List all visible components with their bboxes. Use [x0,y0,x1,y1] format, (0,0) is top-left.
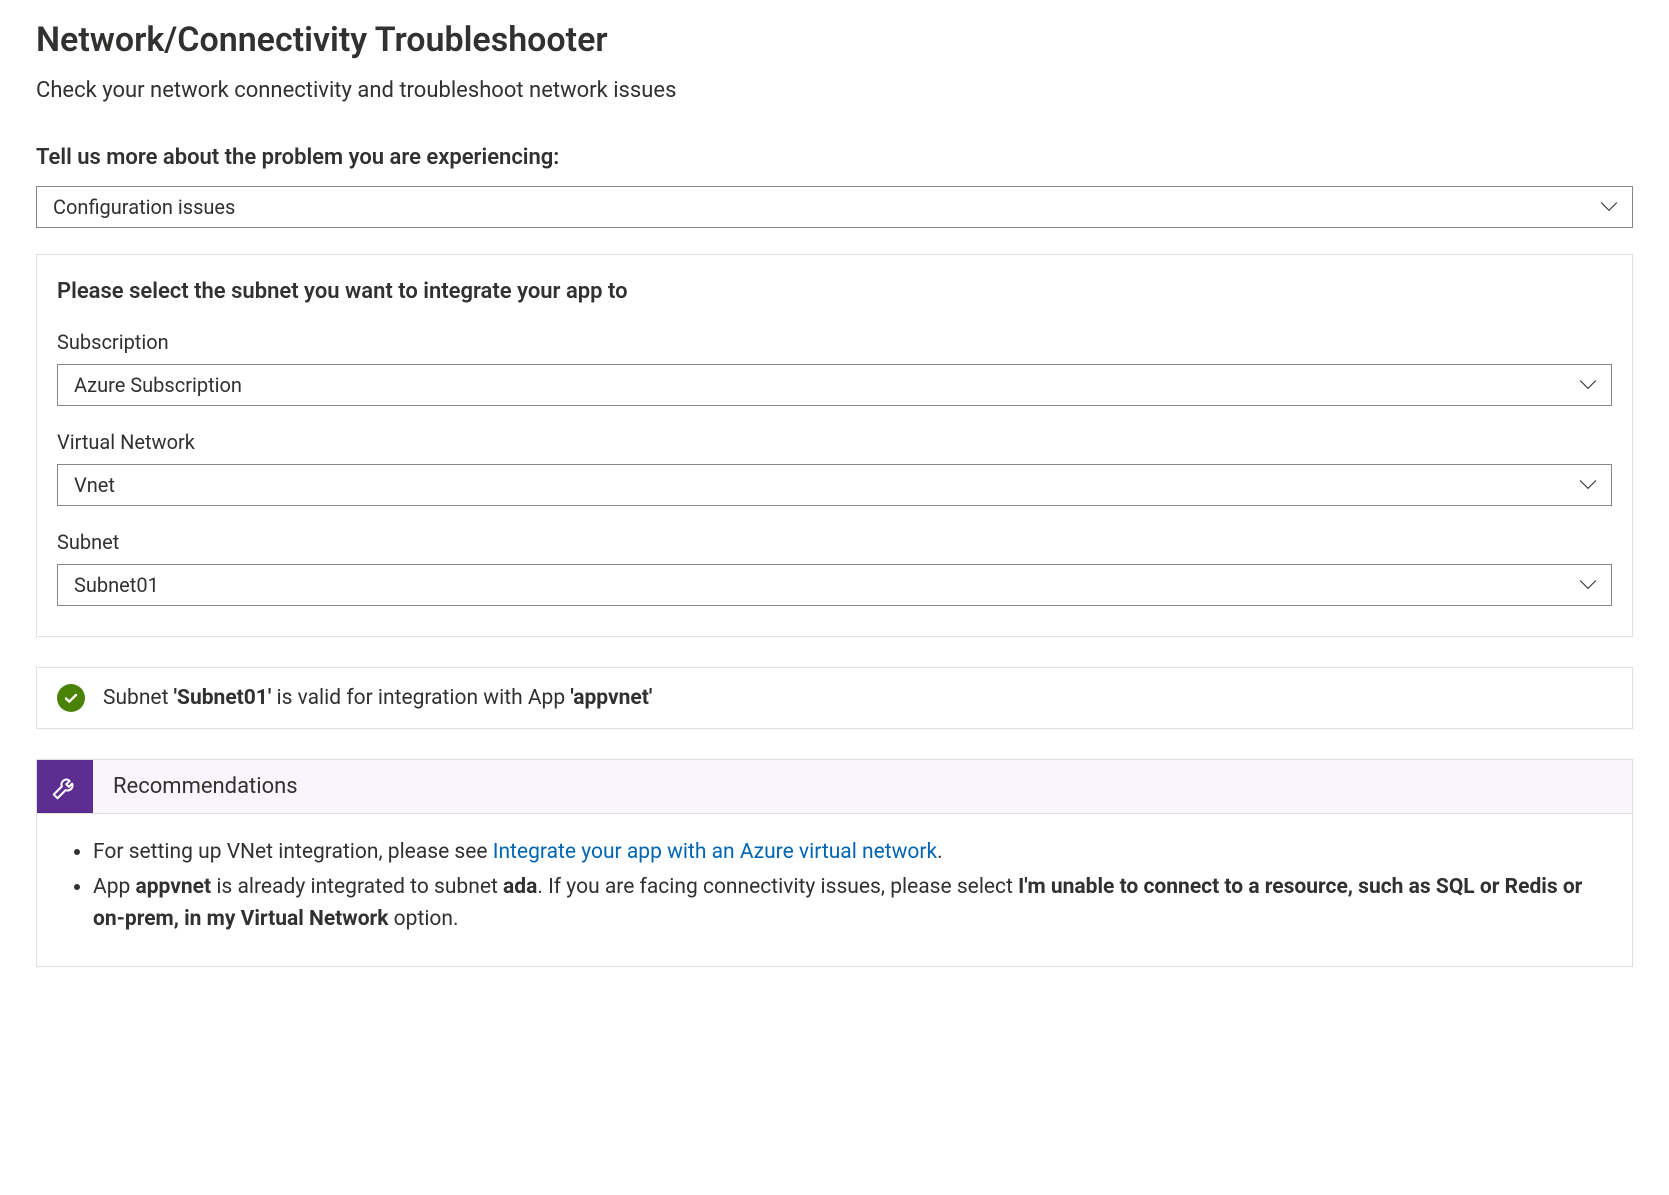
recommendation-item-2: App appvnet is already integrated to sub… [93,871,1604,936]
recommendation-item-1: For setting up VNet integration, please … [93,836,1604,869]
status-subnet-name: 'Subnet01' [174,686,272,710]
rec2-subnet: ada [503,875,537,899]
subnet-label: Subnet [57,530,1612,554]
subnet-selection-card: Please select the subnet you want to int… [36,254,1633,637]
chevron-down-icon [1600,198,1618,216]
chevron-down-icon [1579,576,1597,594]
recommendations-panel: Recommendations For setting up VNet inte… [36,759,1633,967]
recommendations-title: Recommendations [93,760,318,813]
page-subtitle: Check your network connectivity and trou… [36,78,1633,103]
page-title: Network/Connectivity Troubleshooter [36,20,1633,60]
vnet-field: Virtual Network Vnet [57,430,1612,506]
problem-type-value: Configuration issues [53,195,235,219]
subnet-dropdown[interactable]: Subnet01 [57,564,1612,606]
rec1-prefix: For setting up VNet integration, please … [93,840,493,864]
rec2-t3: . If you are facing connectivity issues,… [537,875,1018,899]
status-prefix: Subnet [103,686,174,710]
status-middle: is valid for integration with App [271,686,570,710]
subscription-label: Subscription [57,330,1612,354]
subnet-field: Subnet Subnet01 [57,530,1612,606]
subnet-value: Subnet01 [74,573,159,597]
vnet-dropdown[interactable]: Vnet [57,464,1612,506]
problem-type-dropdown[interactable]: Configuration issues [36,186,1633,228]
chevron-down-icon [1579,376,1597,394]
recommendations-body: For setting up VNet integration, please … [37,814,1632,966]
subscription-field: Subscription Azure Subscription [57,330,1612,406]
rec2-t2: is already integrated to subnet [211,875,503,899]
rec1-suffix: . [937,840,943,864]
vnet-value: Vnet [74,473,115,497]
rec2-app: appvnet [136,875,212,899]
subscription-value: Azure Subscription [74,373,242,397]
status-app-name: 'appvnet' [570,686,652,710]
rec2-t1: App [93,875,136,899]
integrate-vnet-link[interactable]: Integrate your app with an Azure virtual… [493,840,937,864]
rec2-t4: option. [388,907,458,931]
validation-status-bar: Subnet 'Subnet01' is valid for integrati… [36,667,1633,729]
success-check-icon [57,684,85,712]
recommendations-header: Recommendations [37,760,1632,814]
vnet-label: Virtual Network [57,430,1612,454]
chevron-down-icon [1579,476,1597,494]
wrench-icon [37,760,93,813]
validation-status-text: Subnet 'Subnet01' is valid for integrati… [103,686,652,710]
subnet-card-heading: Please select the subnet you want to int… [57,279,1612,304]
problem-prompt-label: Tell us more about the problem you are e… [36,145,1633,170]
subscription-dropdown[interactable]: Azure Subscription [57,364,1612,406]
